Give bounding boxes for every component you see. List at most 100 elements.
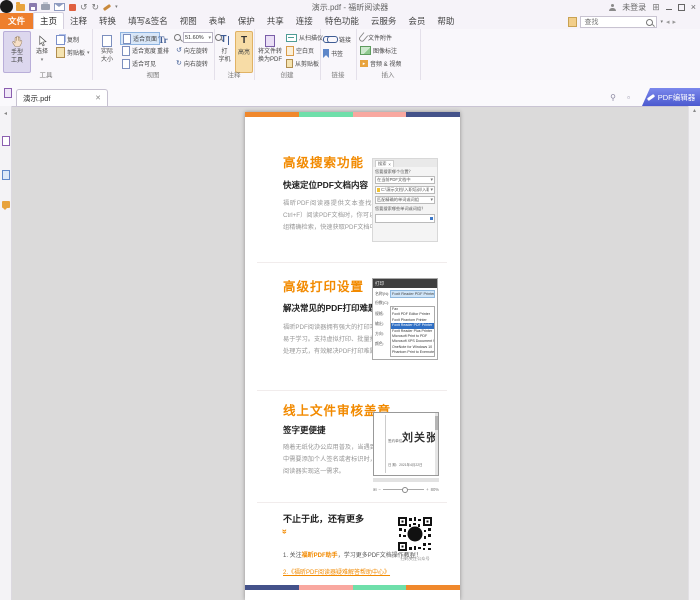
from-clipboard-button[interactable]: 从剪贴板: [286, 58, 319, 69]
redo-icon[interactable]: ↻: [92, 3, 100, 12]
layout-grid-icon[interactable]: ⊞: [652, 3, 660, 12]
group-label-view: 视图: [92, 69, 214, 79]
tab-cloud[interactable]: 云服务: [365, 13, 403, 29]
signature-screenshot: 签约单位 刘关张 日 期：2021年4月22日: [373, 412, 439, 476]
tab-view[interactable]: 视图: [174, 13, 203, 29]
image-annotation-button[interactable]: 图像标注: [360, 45, 397, 56]
help-center-link[interactable]: 2.《福昕PDF阅读器疑难解答帮助中心》: [283, 570, 390, 576]
tab-member[interactable]: 会员: [402, 13, 431, 29]
clipboard-button[interactable]: 剪贴板 ▾: [56, 47, 90, 58]
tab-features[interactable]: 特色功能: [319, 13, 365, 29]
grid-view-icon: ⊞: [373, 487, 377, 492]
ribbon-group-insert: 文件附件 图像标注 ▸ 音频 & 视频 插入: [356, 29, 421, 80]
undo-icon[interactable]: ↺: [80, 3, 88, 12]
convert-to-pdf-button[interactable]: 将文件转 换为PDF: [256, 31, 284, 71]
double-chevron-down-icon: »: [280, 529, 290, 533]
print-dialog-title: 打印: [373, 279, 437, 288]
app-logo-icon[interactable]: [0, 0, 13, 13]
bookmark-button[interactable]: 书签: [323, 48, 343, 59]
from-scanner-button[interactable]: 从扫描仪: [286, 32, 323, 43]
hand-mode-icon[interactable]: ⚲: [610, 93, 616, 102]
audio-video-button[interactable]: ▸ 音频 & 视频: [360, 58, 401, 69]
file-attachment-button[interactable]: 文件附件: [360, 32, 392, 43]
read-mode-icon[interactable]: ▫: [627, 93, 630, 102]
select-dropdown-icon: ▾: [41, 57, 44, 63]
rotate-right-button[interactable]: ↻ 向右旋转: [176, 58, 208, 69]
zoom-level-combo[interactable]: 51.60% ▾: [183, 32, 213, 43]
from-clipboard-icon: [286, 59, 293, 68]
search-icon[interactable]: [646, 19, 653, 26]
select-tool-button[interactable]: 选择 ▾: [31, 31, 53, 71]
document-tab-bar: 演示.pdf ✕ ⚲ ▫ PDF编辑器: [0, 80, 700, 107]
panel-match-dropdown: 匹配精确的单词或词组▾: [375, 196, 435, 204]
section2-heading: 高级打印设置: [283, 276, 364, 295]
page-top-stripe: [245, 112, 460, 117]
reflow-button[interactable]: Tr 重排: [154, 31, 172, 71]
pages-panel-icon[interactable]: [2, 167, 10, 185]
typewriter-button[interactable]: T 打 字机: [216, 31, 233, 71]
scroll-up-icon[interactable]: ▴: [689, 106, 700, 116]
tab-share[interactable]: 共享: [261, 13, 290, 29]
find-options-icon[interactable]: ▾: [660, 19, 663, 25]
vertical-scrollbar[interactable]: ▴: [688, 106, 700, 600]
signature-text: 刘关张: [402, 429, 438, 445]
tab-help[interactable]: 帮助: [431, 13, 460, 29]
quick-access-toolbar: ↺ ↻ ▾: [16, 3, 118, 12]
fit-visible-button[interactable]: 适合可见: [120, 58, 158, 69]
fit-width-button[interactable]: 适合宽度: [120, 45, 158, 56]
close-button[interactable]: ×: [691, 2, 696, 12]
rotate-left-button[interactable]: ↺ 向左旋转: [176, 45, 208, 56]
find-prev-icon[interactable]: ◂: [666, 18, 670, 26]
ribbon-tab-bar: 文件 主页 注释 转换 填写&签名 视图 表单 保护 共享 连接 特色功能 云服…: [0, 14, 700, 29]
user-icon[interactable]: [609, 4, 616, 11]
highlight-button[interactable]: T 高亮: [235, 31, 253, 73]
fit-visible-icon: [122, 59, 130, 69]
tab-home[interactable]: 主页: [33, 12, 64, 29]
pdf-editor-button[interactable]: PDF编辑器: [642, 88, 700, 106]
folder-icon: [377, 188, 380, 192]
print-icon[interactable]: [41, 4, 50, 10]
save-icon[interactable]: [29, 3, 37, 11]
audio-video-icon: ▸: [360, 60, 368, 67]
zoom-out-icon[interactable]: [174, 34, 181, 41]
start-page-icon[interactable]: [4, 85, 12, 103]
tab-fill-sign[interactable]: 填写&签名: [122, 13, 174, 29]
mail-icon[interactable]: [54, 3, 65, 11]
printer-row: Phantom Print to Evernote: [391, 350, 434, 355]
find-next-icon[interactable]: ▸: [672, 18, 676, 26]
bookmarks-panel-icon[interactable]: [2, 133, 10, 151]
tab-convert[interactable]: 转换: [93, 13, 122, 29]
tab-comment[interactable]: 注释: [64, 13, 93, 29]
quick-access-dropdown-icon[interactable]: ▾: [115, 4, 118, 10]
tab-close-icon[interactable]: ✕: [95, 94, 101, 102]
tab-form[interactable]: 表单: [203, 13, 232, 29]
account-status[interactable]: 未登录: [622, 2, 646, 13]
actual-size-button[interactable]: 实际 大小: [96, 31, 118, 71]
comments-panel-icon[interactable]: [2, 201, 10, 208]
panel-question2: 您要搜索哪些单词或词组？: [375, 206, 435, 212]
printer-row: Foxit PDF Editor Printer: [391, 312, 434, 317]
tab-connect[interactable]: 连接: [290, 13, 319, 29]
group-label-create: 创建: [254, 69, 320, 79]
open-folder-icon[interactable]: [16, 4, 25, 11]
search-doc-icon[interactable]: [568, 17, 577, 27]
blank-page-button[interactable]: 空白页: [286, 45, 314, 56]
hand-tool-button[interactable]: 手型 工具: [3, 31, 31, 73]
convert-file-icon: [265, 33, 275, 48]
group-label-insert: 插入: [356, 69, 420, 79]
section1-heading: 高级搜索功能: [283, 152, 364, 171]
pen-tool-icon[interactable]: [103, 3, 111, 10]
document-tab-title: 演示.pdf: [23, 93, 51, 104]
minimize-button[interactable]: [666, 9, 672, 10]
stamp-icon[interactable]: [69, 4, 76, 11]
collapse-panel-icon[interactable]: ◂: [4, 110, 7, 117]
tab-protect[interactable]: 保护: [232, 13, 261, 29]
document-tab[interactable]: 演示.pdf ✕: [16, 89, 108, 106]
title-bar: ↺ ↻ ▾ 演示.pdf - 福昕阅读器 未登录 ⊞ ×: [0, 0, 700, 14]
link-button[interactable]: 链接: [323, 34, 351, 45]
copy-button[interactable]: 复制: [56, 34, 79, 45]
restore-button[interactable]: [678, 4, 685, 11]
section3-subheading: 签字更便捷: [283, 424, 326, 436]
ribbon-group-comment: T 打 字机 T 高亮 注释: [214, 29, 255, 80]
tab-file[interactable]: 文件: [0, 13, 33, 29]
